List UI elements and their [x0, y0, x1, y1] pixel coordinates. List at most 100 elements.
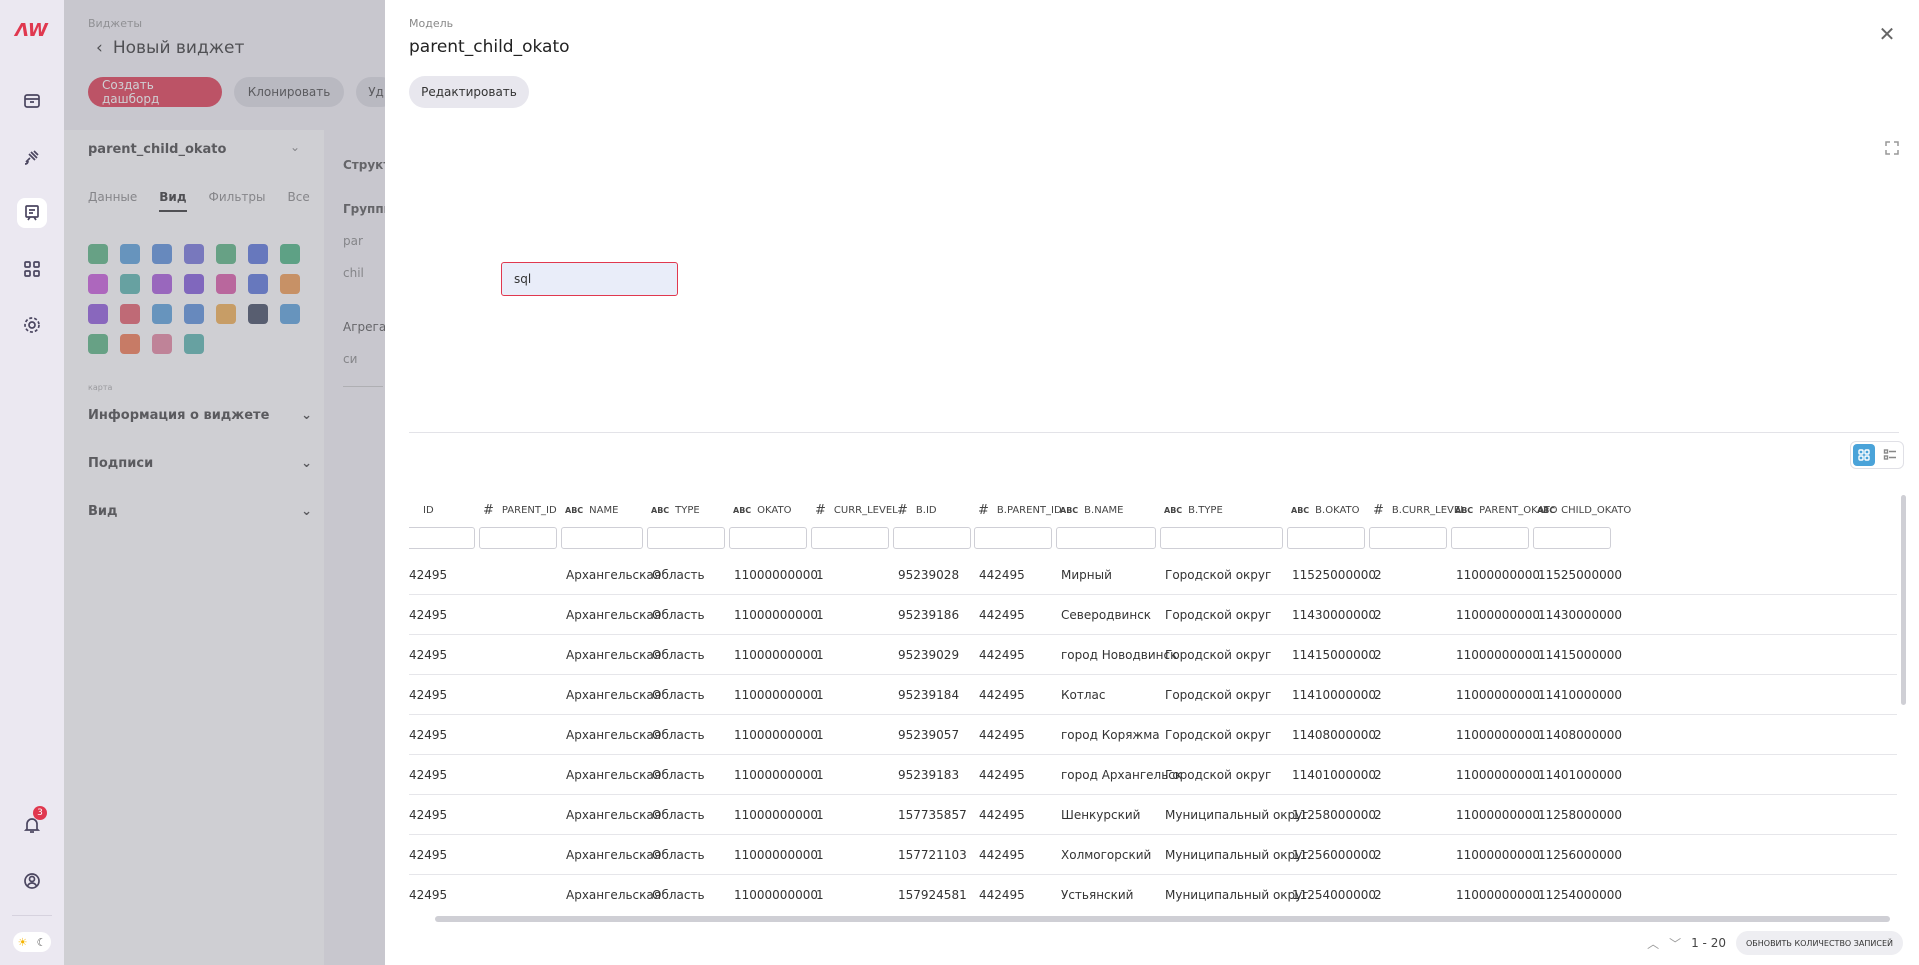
table-cell: 11000000000	[1456, 848, 1540, 862]
table-row[interactable]: 42495 Архангельская Область 11000000000 1 952…	[409, 755, 1897, 795]
user-icon[interactable]	[17, 866, 47, 896]
table-cell: 11000000000	[734, 608, 818, 622]
table-cell: 42495	[409, 888, 448, 902]
column-filter-input[interactable]	[1451, 527, 1529, 549]
table-cell: 11256000000	[1292, 848, 1376, 862]
table-row[interactable]: 42495 Архангельская Область 11000000000 1 157…	[409, 795, 1897, 835]
table-cell: 11408000000	[1292, 728, 1376, 742]
table-cell: 11000000000	[734, 768, 818, 782]
table-cell: 11525000000	[1292, 568, 1376, 582]
edit-button[interactable]: Редактировать	[409, 76, 529, 108]
column-header[interactable]: ID	[417, 495, 434, 525]
column-header[interactable]: ABC OKATO	[733, 495, 791, 525]
satellite-icon[interactable]	[17, 142, 47, 172]
widgets-nav-icon[interactable]	[17, 198, 47, 228]
table-cell: Архангельская	[566, 728, 661, 742]
column-header[interactable]: ABC B.TYPE	[1164, 495, 1223, 525]
table-cell: 11410000000	[1538, 688, 1622, 702]
page-up-icon[interactable]: ︿	[1647, 935, 1659, 952]
column-header[interactable]: ABC B.NAME	[1060, 495, 1123, 525]
column-filter-input[interactable]	[1160, 527, 1283, 549]
column-header[interactable]: ABC NAME	[565, 495, 618, 525]
column-header[interactable]: # PARENT_ID	[483, 495, 557, 525]
table-cell: 2	[1374, 648, 1382, 662]
table-row[interactable]: 42495 Архангельская Область 11000000000 1 952…	[409, 555, 1897, 595]
table-cell: 1	[816, 808, 824, 822]
sql-node[interactable]: sql	[501, 262, 678, 296]
table-row[interactable]: 42495 Архангельская Область 11000000000 1 952…	[409, 635, 1897, 675]
numeric-type-icon: #	[483, 502, 494, 518]
column-filter-input[interactable]	[561, 527, 643, 549]
app-logo[interactable]: ΛW	[15, 20, 49, 44]
text-type-icon: ABC	[1291, 505, 1310, 515]
table-row[interactable]: 42495 Архангельская Область 11000000000 1 952…	[409, 675, 1897, 715]
table-cell: 11000000000	[1456, 808, 1540, 822]
section-divider	[409, 432, 1899, 433]
table-cell: Муниципальный округ	[1165, 888, 1309, 902]
table-cell: Область	[652, 688, 705, 702]
table-cell: город Новодвинск	[1061, 648, 1178, 662]
table-cell: 442495	[979, 768, 1025, 782]
table-cell: Архангельская	[566, 768, 661, 782]
horizontal-scrollbar[interactable]	[435, 916, 1890, 922]
table-cell: Архангельская	[566, 688, 661, 702]
refresh-count-button[interactable]: ОБНОВИТЬ КОЛИЧЕСТВО ЗАПИСЕЙ	[1735, 931, 1903, 955]
table-cell: город Архангельск	[1061, 768, 1183, 782]
table-row[interactable]: 42495 Архангельская Область 11000000000 1 952…	[409, 715, 1897, 755]
column-name: ID	[423, 504, 434, 516]
numeric-type-icon: #	[815, 502, 826, 518]
column-filter-input[interactable]	[1056, 527, 1156, 549]
table-cell: Городской округ	[1165, 688, 1272, 702]
grid-view-icon[interactable]	[1853, 444, 1875, 466]
table-cell: Архангельская	[566, 568, 661, 582]
apps-grid-icon[interactable]	[17, 254, 47, 284]
table-cell: 442495	[979, 848, 1025, 862]
table-cell: 2	[1374, 808, 1382, 822]
table-cell: 2	[1374, 888, 1382, 902]
column-filter-input[interactable]	[1287, 527, 1365, 549]
table-cell: 157735857	[898, 808, 967, 822]
column-filter-input[interactable]	[729, 527, 807, 549]
column-header[interactable]: # B.CURR_LEVEL	[1373, 495, 1466, 525]
table-cell: Архангельская	[566, 848, 661, 862]
archive-icon[interactable]	[17, 86, 47, 116]
table-cell: 11408000000	[1538, 728, 1622, 742]
table-cell: Городской округ	[1165, 768, 1272, 782]
column-header[interactable]: ABC B.OKATO	[1291, 495, 1360, 525]
fullscreen-icon[interactable]	[1885, 140, 1899, 155]
theme-toggle[interactable]: ☀ ☾	[13, 932, 51, 952]
column-filter-input[interactable]	[479, 527, 557, 549]
column-filter-input[interactable]	[409, 527, 475, 549]
column-header[interactable]: # B.PARENT_ID	[978, 495, 1062, 525]
page-down-icon[interactable]: ﹀	[1669, 935, 1681, 952]
column-filter-input[interactable]	[647, 527, 725, 549]
close-icon[interactable]: ✕	[1877, 24, 1897, 44]
table-row[interactable]: 42495 Архангельская Область 11000000000 1 952…	[409, 595, 1897, 635]
table-cell: 11000000000	[734, 888, 818, 902]
column-filter-input[interactable]	[893, 527, 971, 549]
left-rail: ΛW 3 ☀ ☾	[0, 0, 64, 965]
column-filter-input[interactable]	[974, 527, 1052, 549]
table-cell: Область	[652, 848, 705, 862]
table-cell: Область	[652, 808, 705, 822]
column-header[interactable]: ABC TYPE	[651, 495, 700, 525]
column-header[interactable]: # B.ID	[897, 495, 937, 525]
table-row[interactable]: 42495 Архангельская Область 11000000000 1 157…	[409, 875, 1897, 910]
gear-icon[interactable]	[17, 310, 47, 340]
table-row[interactable]: 42495 Архангельская Область 11000000000 1 157…	[409, 835, 1897, 875]
table-cell: Городской округ	[1165, 728, 1272, 742]
view-mode-toggle	[1850, 441, 1904, 469]
table-cell: 11258000000	[1538, 808, 1622, 822]
bell-icon[interactable]: 3	[17, 806, 47, 840]
column-filter-input[interactable]	[811, 527, 889, 549]
column-header[interactable]: ABC CHILD_OKATO	[1537, 495, 1631, 525]
column-header[interactable]: # CURR_LEVEL	[815, 495, 898, 525]
table-cell: 442495	[979, 808, 1025, 822]
vertical-scrollbar[interactable]	[1901, 495, 1906, 705]
column-name: B.ID	[915, 504, 937, 516]
column-filter-input[interactable]	[1369, 527, 1447, 549]
column-filter-input[interactable]	[1533, 527, 1611, 549]
table-cell: 11000000000	[734, 728, 818, 742]
list-view-icon[interactable]	[1879, 444, 1901, 466]
modal-label: Модель	[409, 17, 454, 30]
